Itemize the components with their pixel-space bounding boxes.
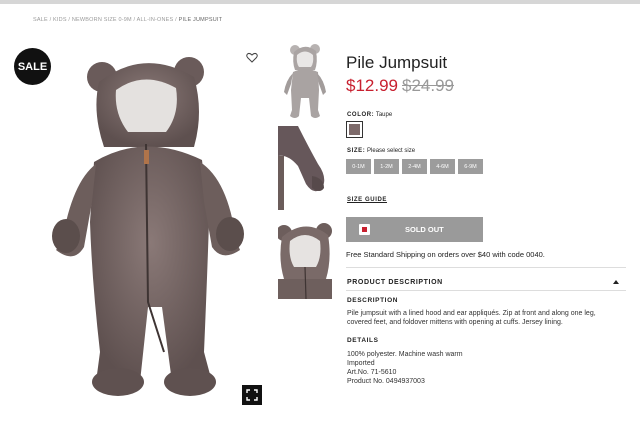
color-label: COLOR: Taupe (347, 112, 392, 118)
thumbnail-front[interactable] (278, 40, 332, 120)
size-label: SIZE: Please select size (347, 148, 415, 154)
divider (346, 290, 626, 291)
description-title: DESCRIPTION (347, 297, 399, 304)
main-product-image (52, 57, 244, 396)
chevron-up-icon[interactable] (612, 278, 620, 286)
sale-price: $12.99 (346, 76, 398, 95)
details-item: 100% polyester. Machine wash warm (347, 351, 463, 358)
color-value: Taupe (375, 112, 393, 118)
product-description-header[interactable]: PRODUCT DESCRIPTION (347, 279, 443, 286)
divider (346, 267, 626, 268)
details-title: DETAILS (347, 337, 379, 344)
details-item: Product No. 0494937003 (347, 378, 425, 385)
description-line: Pile jumpsuit with a lined hood and ear … (347, 310, 596, 317)
size-options: 0-1M 1-2M 2-4M 4-6M 6-9M (346, 159, 483, 174)
size-guide-link[interactable]: SIZE GUIDE (347, 197, 387, 203)
size-heading: SIZE: (347, 148, 366, 154)
expand-icon (246, 389, 258, 401)
size-button-2-4m[interactable]: 2-4M (402, 159, 427, 174)
color-swatch-taupe[interactable] (346, 121, 363, 138)
zoom-button[interactable] (242, 385, 262, 405)
breadcrumb-current: PILE JUMPSUIT (178, 17, 223, 23)
product-title: Pile Jumpsuit (346, 53, 448, 72)
size-button-6-9m[interactable]: 6-9M (458, 159, 483, 174)
sale-badge: SALE (14, 48, 51, 85)
breadcrumb: SALE / KIDS / NEWBORN SIZE 0-9M / ALL-IN… (33, 17, 222, 23)
size-button-0-1m[interactable]: 0-1M (346, 159, 371, 174)
price: $12.99 $24.99 (346, 76, 454, 96)
sold-out-label: SOLD OUT (405, 225, 444, 234)
original-price: $24.99 (402, 76, 454, 95)
shopping-bag-icon (359, 224, 370, 235)
color-heading: COLOR: (347, 112, 375, 118)
heart-outline-icon[interactable] (246, 52, 258, 63)
sold-out-button[interactable]: SOLD OUT (346, 217, 483, 242)
swatch-fill (349, 124, 360, 135)
details-item: Art.No. 71-5610 (347, 369, 397, 376)
details-item: Imported (347, 360, 375, 367)
size-prompt: Please select size (367, 148, 416, 154)
size-button-4-6m[interactable]: 4-6M (430, 159, 455, 174)
breadcrumb-path[interactable]: SALE / KIDS / NEWBORN SIZE 0-9M / ALL-IN… (33, 17, 179, 23)
description-text: Pile jumpsuit with a lined hood and ear … (347, 309, 627, 327)
thumbnail-hood-detail[interactable] (278, 219, 332, 299)
top-bar (0, 0, 640, 4)
thumbnail-mitten-detail[interactable] (278, 126, 332, 210)
details-list: 100% polyester. Machine wash warm Import… (347, 350, 463, 386)
size-button-1-2m[interactable]: 1-2M (374, 159, 399, 174)
description-line: covered feet, and foldover mittens with … (347, 319, 563, 326)
shipping-notice: Free Standard Shipping on orders over $4… (346, 250, 545, 259)
